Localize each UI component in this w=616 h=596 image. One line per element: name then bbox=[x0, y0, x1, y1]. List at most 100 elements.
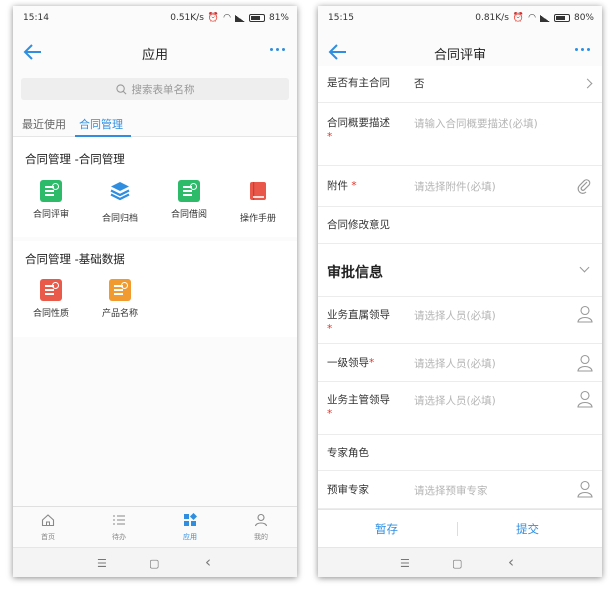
preexpert-input[interactable]: 请选择预审专家 bbox=[414, 483, 488, 498]
more-icon[interactable] bbox=[270, 48, 285, 51]
back-icon[interactable]: ‹ bbox=[508, 553, 514, 571]
section-title: 合同管理 -基础数据 bbox=[25, 252, 125, 266]
back-icon[interactable]: ‹ bbox=[205, 553, 211, 571]
battery-percent: 80% bbox=[573, 13, 594, 23]
phone-screen-contract-review: 15:15 0.81K/s ⏰ ◠ 80% 合同评审 是否有主合同 否 合同概要… bbox=[318, 6, 602, 577]
nav-label: 首页 bbox=[41, 533, 55, 541]
status-time: 15:14 bbox=[23, 13, 49, 23]
system-nav-bar: ☰ ▢ ‹ bbox=[13, 547, 297, 577]
tab-contract-management[interactable]: 合同管理 bbox=[79, 116, 123, 132]
row-direct-leader[interactable]: 业务直属领导 * 请选择人员(必填) bbox=[318, 297, 602, 344]
paperclip-icon[interactable] bbox=[576, 178, 592, 194]
row-preexpert[interactable]: 预审专家 请选择预审专家 bbox=[318, 471, 602, 509]
person-icon[interactable] bbox=[577, 390, 593, 408]
top-nav-bar: 应用 bbox=[13, 30, 297, 76]
page-title: 应用 bbox=[141, 48, 168, 63]
search-icon bbox=[115, 83, 126, 94]
app-contract-borrow[interactable]: 合同借阅 bbox=[159, 180, 219, 220]
row-expert-role[interactable]: 专家角色 bbox=[318, 435, 602, 471]
document-icon bbox=[109, 279, 131, 301]
row-summary[interactable]: 合同概要描述 * 请输入合同概要描述(必填) bbox=[318, 103, 602, 166]
field-label: 业务直属领导 * bbox=[327, 308, 390, 336]
approval-info-header[interactable]: 审批信息 bbox=[318, 244, 602, 297]
battery-icon bbox=[248, 14, 265, 22]
row-level1-leader[interactable]: 一级领导* 请选择人员(必填) bbox=[318, 344, 602, 382]
network-speed: 0.81K/s bbox=[475, 13, 509, 23]
home-button-icon[interactable]: ▢ bbox=[149, 557, 159, 570]
section-contract-management: 合同管理 -合同管理 合同评审 合同归档 合同借阅 操作手册 bbox=[13, 137, 297, 237]
alarm-icon: ⏰ bbox=[512, 13, 525, 23]
row-main-contract[interactable]: 是否有主合同 否 bbox=[318, 66, 602, 103]
section-heading: 审批信息 bbox=[327, 265, 383, 281]
status-bar: 15:15 0.81K/s ⏰ ◠ 80% bbox=[318, 6, 602, 30]
field-label: 专家角色 bbox=[327, 447, 369, 459]
app-label: 合同性质 bbox=[32, 309, 69, 319]
menu-icon[interactable]: ☰ bbox=[97, 557, 107, 570]
direct-leader-input[interactable]: 请选择人员(必填) bbox=[414, 308, 496, 323]
phone-screen-apps: 15:14 0.51K/s ⏰ ◠ 81% 应用 搜索表单名称 最近使用 合同管… bbox=[13, 6, 297, 577]
status-bar: 15:14 0.51K/s ⏰ ◠ 81% bbox=[13, 6, 297, 30]
label-text: 合同概要描述 bbox=[327, 117, 390, 129]
level1-leader-input[interactable]: 请选择人员(必填) bbox=[414, 356, 496, 371]
save-draft-button[interactable]: 暂存 bbox=[375, 521, 398, 537]
app-contract-review[interactable]: 合同评审 bbox=[21, 180, 81, 220]
field-label: 一级领导* bbox=[327, 356, 374, 370]
app-product-name[interactable]: 产品名称 bbox=[90, 279, 150, 319]
signal-icon bbox=[539, 14, 550, 22]
nav-home[interactable]: 首页 bbox=[23, 513, 73, 542]
document-icon bbox=[178, 180, 200, 202]
row-attachment[interactable]: 附件 * 请选择附件(必填) bbox=[318, 166, 602, 207]
tab-bar: 最近使用 合同管理 bbox=[13, 108, 297, 137]
wifi-icon: ◠ bbox=[528, 12, 536, 23]
submit-button[interactable]: 提交 bbox=[516, 521, 539, 537]
required-mark: * bbox=[351, 180, 357, 192]
summary-input[interactable]: 请输入合同概要描述(必填) bbox=[414, 116, 538, 131]
person-icon[interactable] bbox=[577, 354, 593, 372]
nav-apps[interactable]: 应用 bbox=[165, 512, 215, 542]
required-mark: * bbox=[327, 408, 333, 420]
row-modify-opinion[interactable]: 合同修改意见 bbox=[318, 207, 602, 244]
document-icon bbox=[40, 180, 62, 202]
required-mark: * bbox=[327, 323, 333, 335]
search-input[interactable]: 搜索表单名称 bbox=[21, 78, 289, 100]
app-label: 合同评审 bbox=[32, 210, 69, 220]
home-button-icon[interactable]: ▢ bbox=[452, 557, 462, 570]
chevron-down-icon[interactable] bbox=[579, 262, 590, 273]
wifi-icon: ◠ bbox=[223, 12, 231, 23]
menu-icon[interactable]: ☰ bbox=[400, 557, 410, 570]
apps-grid-icon bbox=[184, 512, 198, 526]
row-supervisor-leader[interactable]: 业务主管领导 * 请选择人员(必填) bbox=[318, 382, 602, 435]
field-value: 否 bbox=[414, 78, 425, 90]
nav-mine[interactable]: 我的 bbox=[236, 513, 286, 542]
required-mark: * bbox=[369, 357, 375, 369]
app-operation-manual[interactable]: 操作手册 bbox=[228, 180, 288, 224]
action-bar: 暂存 提交 bbox=[318, 509, 602, 548]
document-icon bbox=[40, 279, 62, 301]
label-text: 业务直属领导 bbox=[327, 309, 390, 321]
layers-icon bbox=[110, 182, 130, 201]
label-text: 一级领导 bbox=[327, 357, 369, 369]
app-label: 合同借阅 bbox=[170, 210, 207, 220]
person-icon[interactable] bbox=[577, 305, 593, 323]
person-icon[interactable] bbox=[577, 480, 593, 498]
tab-recent[interactable]: 最近使用 bbox=[22, 116, 66, 132]
nav-todo[interactable]: 待办 bbox=[94, 513, 144, 542]
app-contract-archive[interactable]: 合同归档 bbox=[90, 180, 150, 224]
battery-icon bbox=[553, 14, 570, 22]
app-contract-nature[interactable]: 合同性质 bbox=[21, 279, 81, 319]
chevron-right-icon bbox=[582, 78, 593, 89]
field-label: 业务主管领导 * bbox=[327, 393, 390, 421]
required-mark: * bbox=[327, 131, 333, 143]
supervisor-leader-input[interactable]: 请选择人员(必填) bbox=[414, 393, 496, 408]
section-title: 合同管理 -合同管理 bbox=[25, 152, 125, 166]
system-nav-bar: ☰ ▢ ‹ bbox=[318, 547, 602, 577]
section-basic-data: 合同管理 -基础数据 合同性质 产品名称 bbox=[13, 241, 297, 337]
label-text: 业务主管领导 bbox=[327, 394, 390, 406]
field-label: 合同概要描述 * bbox=[327, 116, 390, 144]
user-icon bbox=[254, 513, 268, 527]
more-icon[interactable] bbox=[575, 48, 590, 51]
nav-label: 应用 bbox=[183, 533, 197, 541]
book-icon bbox=[250, 182, 266, 200]
attachment-input[interactable]: 请选择附件(必填) bbox=[414, 179, 496, 194]
nav-label: 我的 bbox=[254, 533, 268, 541]
